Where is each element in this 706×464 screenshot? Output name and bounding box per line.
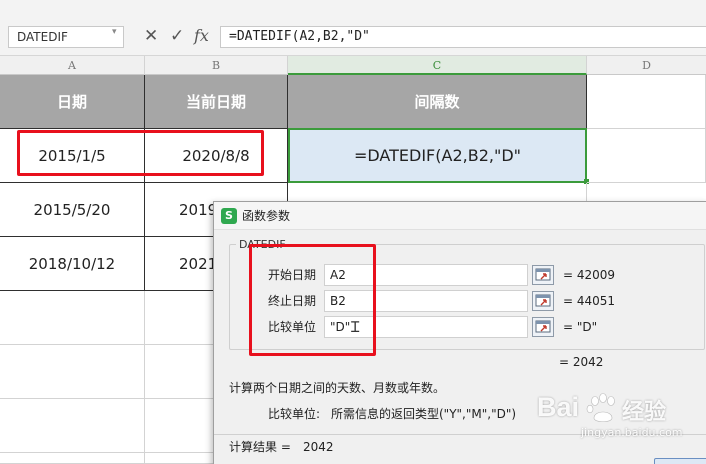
cell-d2[interactable] — [587, 129, 706, 183]
cell-a4[interactable]: 2018/10/12 — [0, 237, 145, 291]
cell-c1[interactable]: 间隔数 — [288, 75, 587, 129]
red-highlight-box — [17, 130, 264, 176]
calc-result-value: 2042 — [303, 440, 334, 454]
cell-c2-active[interactable]: =DATEDIF(A2,B2,"D" — [288, 128, 587, 183]
cancel-icon[interactable]: ✕ — [144, 24, 158, 48]
function-description: 计算两个日期之间的天数、月数或年数。 — [229, 381, 446, 395]
arg-result-unit: = "D" — [563, 320, 598, 334]
collapse-dialog-icon[interactable] — [532, 291, 554, 311]
arg-result-end-date: = 44051 — [563, 294, 616, 308]
column-header-c[interactable]: C — [288, 56, 587, 75]
param-help-text: 所需信息的返回类型("Y","M","D") — [331, 407, 517, 421]
ok-button[interactable] — [654, 458, 706, 464]
name-box[interactable]: DATEDIF — [8, 26, 124, 48]
cell-d1[interactable] — [587, 75, 706, 129]
cell-a8[interactable] — [0, 453, 145, 464]
param-help-label: 比较单位: — [268, 407, 321, 421]
formula-result-preview: = 2042 — [559, 355, 604, 369]
cell-a5[interactable] — [0, 291, 145, 345]
watermark-brand-suffix: 经验 — [622, 400, 667, 425]
chevron-down-icon[interactable]: ▾ — [112, 27, 117, 37]
confirm-icon[interactable]: ✓ — [170, 24, 184, 48]
cell-a3[interactable]: 2015/5/20 — [0, 183, 145, 237]
calc-result-label: 计算结果 = — [229, 440, 291, 454]
watermark-url: jingyan.baidu.com — [581, 426, 683, 439]
column-header-a[interactable]: A — [0, 56, 145, 75]
paw-icon — [586, 392, 620, 428]
column-header-b[interactable]: B — [145, 56, 288, 75]
collapse-dialog-icon[interactable] — [532, 265, 554, 285]
cell-a1[interactable]: 日期 — [0, 75, 145, 129]
cell-a6[interactable] — [0, 345, 145, 399]
arg-result-start-date: = 42009 — [563, 268, 616, 282]
formula-input[interactable]: =DATEDIF(A2,B2,"D" — [220, 26, 706, 48]
column-header-d[interactable]: D — [587, 56, 706, 75]
fx-icon[interactable]: fx — [194, 24, 209, 48]
cell-b1[interactable]: 当前日期 — [145, 75, 288, 129]
watermark-brand: Bai — [537, 392, 580, 422]
collapse-dialog-icon[interactable] — [532, 317, 554, 337]
wps-app-icon: S — [221, 208, 237, 224]
cell-a7[interactable] — [0, 399, 145, 453]
red-highlight-box — [249, 244, 376, 356]
dialog-title: 函数参数 — [242, 209, 291, 223]
baidu-jingyan-watermark: Bai 经验 jingyan.baidu.com — [535, 388, 706, 446]
